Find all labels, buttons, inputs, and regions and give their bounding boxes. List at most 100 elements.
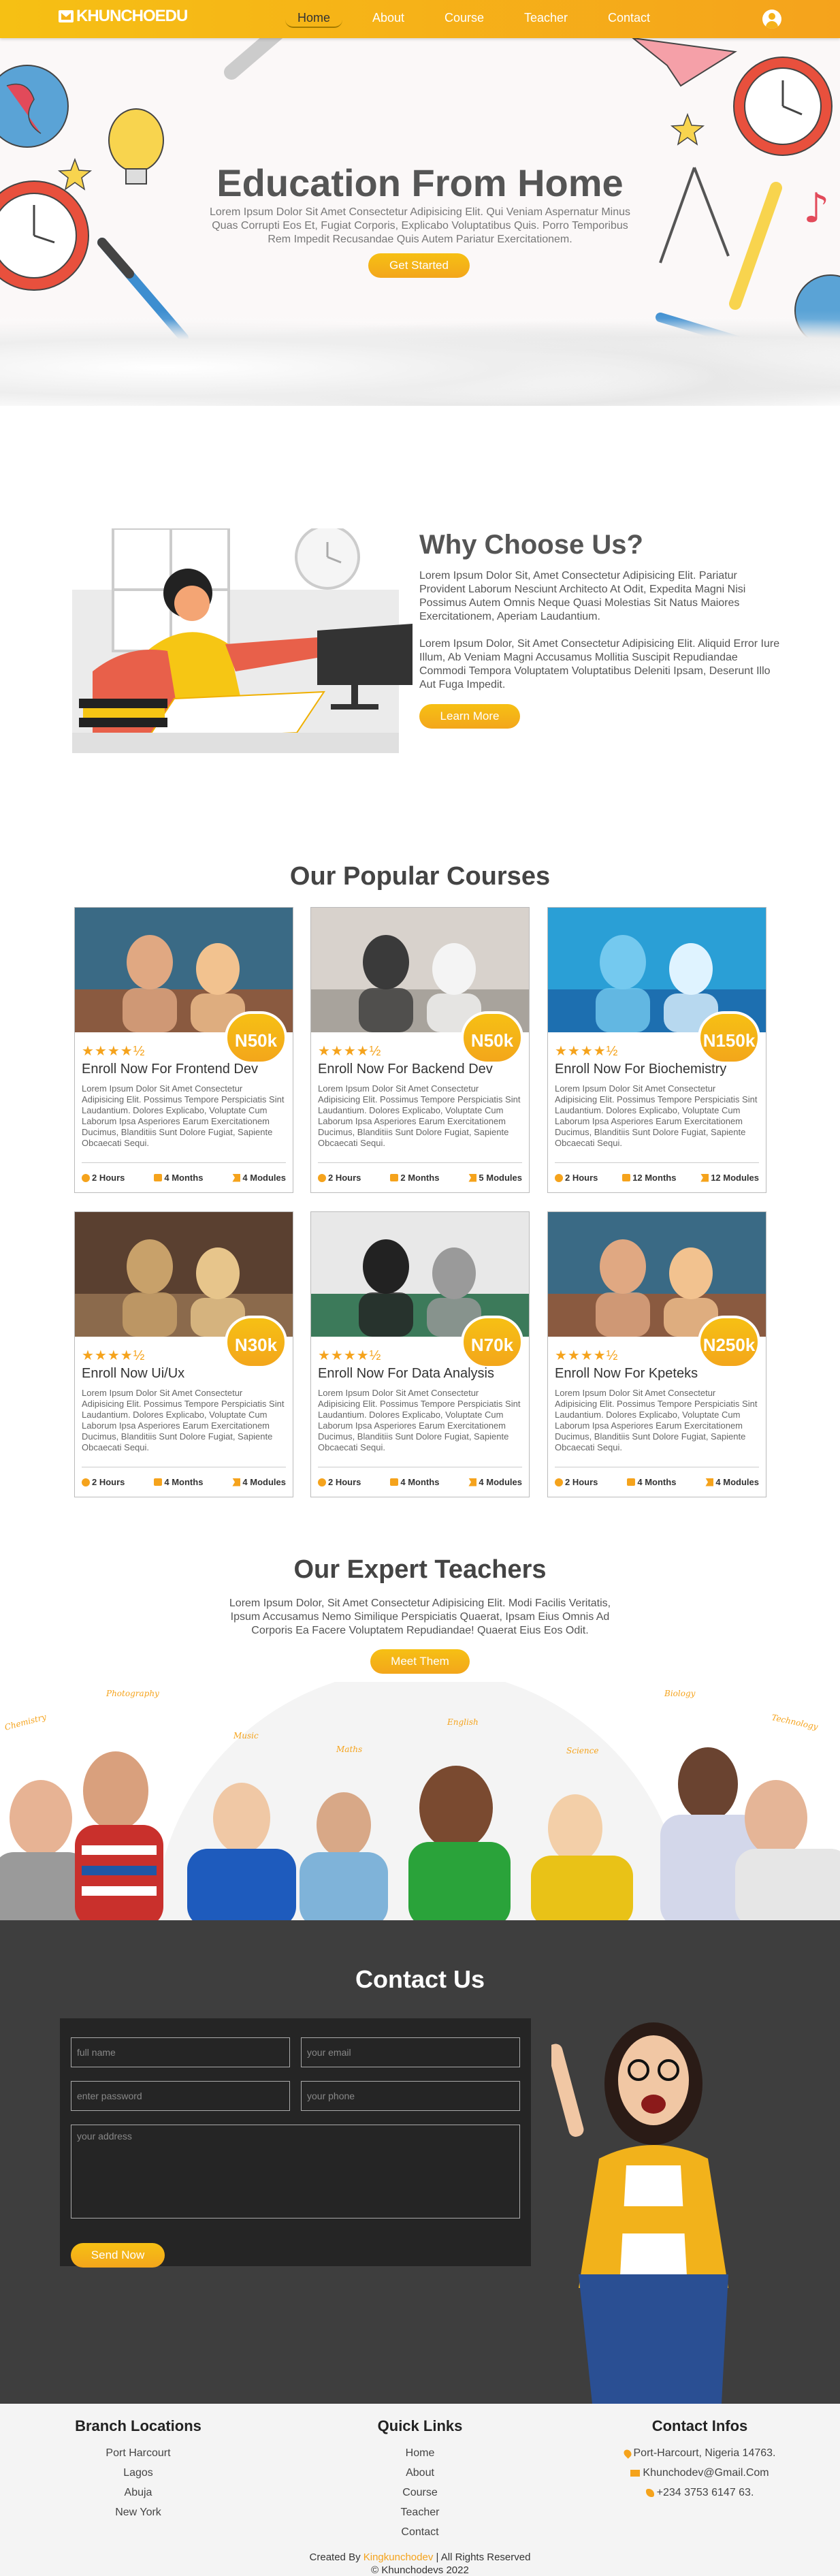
- password-input[interactable]: [71, 2081, 290, 2111]
- course-months-text: 4 Months: [164, 1173, 204, 1183]
- star-rating: ★★★★½: [555, 1348, 619, 1363]
- price-badge: N250k: [698, 1316, 760, 1369]
- course-meta: 2 Hours 4 Months 4 Modules: [82, 1162, 286, 1183]
- credit-brand-link[interactable]: Kingkunchodev: [364, 2551, 434, 2563]
- book-icon: [468, 1173, 477, 1182]
- book-icon: [700, 1173, 709, 1182]
- course-card[interactable]: N50k ★★★★½ Enroll Now For Backend Dev Lo…: [310, 907, 530, 1193]
- course-title[interactable]: Enroll Now Ui/Ux: [82, 1366, 184, 1382]
- subject-label-biology: Biology: [664, 1689, 696, 1698]
- calendar-icon: [154, 1174, 163, 1181]
- user-account-icon[interactable]: [762, 10, 781, 29]
- course-months: 4 Months: [154, 1173, 203, 1183]
- credit-prefix: Created By: [309, 2551, 361, 2563]
- footer-phone-text: +234 3753 6147 63.: [656, 2487, 754, 2498]
- star-rating: ★★★★½: [82, 1348, 146, 1363]
- footer-address: Port-Harcourt, Nigeria 14763.: [598, 2443, 802, 2463]
- contact-woman-illustration: [551, 2022, 728, 2404]
- footer-phone[interactable]: +234 3753 6147 63.: [598, 2483, 802, 2502]
- course-hours: 2 Hours: [555, 1173, 598, 1183]
- get-started-button[interactable]: Get Started: [368, 253, 470, 278]
- send-now-button[interactable]: Send Now: [71, 2243, 165, 2268]
- price-badge: N50k: [225, 1011, 287, 1064]
- course-months-text: 4 Months: [400, 1477, 440, 1487]
- course-description: Lorem Ipsum Dolor Sit Amet Consectetur A…: [82, 1388, 285, 1452]
- course-title[interactable]: Enroll Now For Data Analysis: [318, 1366, 494, 1382]
- course-months-text: 4 Months: [164, 1477, 204, 1487]
- branch-new-york: New York: [115, 2507, 161, 2518]
- course-meta: 2 Hours 2 Months 5 Modules: [318, 1162, 522, 1183]
- nav-link-contact[interactable]: Contact: [608, 11, 650, 25]
- book-icon: [232, 1478, 241, 1486]
- course-meta: 2 Hours 4 Months 4 Modules: [555, 1467, 759, 1487]
- course-card[interactable]: N250k ★★★★½ Enroll Now For Kpeteks Lorem…: [547, 1211, 766, 1497]
- footer-link-contact[interactable]: Contact: [318, 2522, 522, 2542]
- course-months-text: 2 Months: [400, 1173, 440, 1183]
- course-modules-text: 4 Modules: [715, 1477, 759, 1487]
- address-textarea[interactable]: [71, 2125, 520, 2219]
- why-choose-illustration: [72, 528, 413, 753]
- course-months: 4 Months: [627, 1477, 676, 1487]
- course-card[interactable]: N50k ★★★★½ Enroll Now For Frontend Dev L…: [74, 907, 293, 1193]
- full-name-input[interactable]: [71, 2037, 290, 2067]
- location-pin-icon: [621, 2447, 633, 2459]
- course-months: 12 Months: [622, 1173, 676, 1183]
- calendar-icon: [390, 1174, 399, 1181]
- clock-icon: [82, 1173, 90, 1182]
- contact-infos-title: Contact Infos: [651, 2417, 748, 2434]
- footer-link-home[interactable]: Home: [318, 2443, 522, 2463]
- nav-link-home[interactable]: Home: [285, 11, 343, 28]
- nav-link-course[interactable]: Course: [445, 11, 484, 25]
- nav-link-teacher[interactable]: Teacher: [524, 11, 568, 25]
- branch-abuja: Abuja: [124, 2487, 152, 2498]
- course-months: 2 Months: [390, 1173, 439, 1183]
- course-title[interactable]: Enroll Now For Frontend Dev: [82, 1062, 258, 1077]
- footer-link-teacher[interactable]: Teacher: [318, 2502, 522, 2522]
- nav-links: Home About Course Teacher Contact: [0, 0, 840, 38]
- course-hours-text: 2 Hours: [328, 1173, 361, 1183]
- footer-link-course[interactable]: Course: [318, 2483, 522, 2502]
- contact-section: Contact Us Send Now: [0, 1920, 840, 2404]
- top-navbar: KHUNCHOEDU Home About Course Teacher Con…: [0, 0, 840, 38]
- course-meta: 2 Hours 4 Months 4 Modules: [318, 1467, 522, 1487]
- course-card[interactable]: N70k ★★★★½ Enroll Now For Data Analysis …: [310, 1211, 530, 1497]
- course-months: 4 Months: [390, 1477, 439, 1487]
- email-input[interactable]: [301, 2037, 520, 2067]
- star-rating: ★★★★½: [318, 1044, 382, 1059]
- footer: Branch Locations Port Harcourt Lagos Abu…: [0, 2404, 840, 2576]
- footer-branches: Branch Locations Port Harcourt Lagos Abu…: [36, 2417, 240, 2522]
- hero-cloud-bottom: [0, 311, 840, 406]
- course-modules: 5 Modules: [468, 1173, 522, 1183]
- course-card[interactable]: N150k ★★★★½ Enroll Now For Biochemistry …: [547, 907, 766, 1193]
- book-icon: [705, 1478, 714, 1486]
- branch-lagos: Lagos: [123, 2467, 153, 2479]
- learn-more-button[interactable]: Learn More: [419, 704, 520, 729]
- meet-them-button[interactable]: Meet Them: [370, 1649, 470, 1674]
- course-hours: 2 Hours: [82, 1173, 125, 1183]
- calendar-icon: [627, 1478, 636, 1486]
- clock-icon: [318, 1478, 326, 1486]
- subject-label-music: Music: [233, 1731, 259, 1740]
- course-title[interactable]: Enroll Now For Kpeteks: [555, 1366, 698, 1382]
- course-title[interactable]: Enroll Now For Backend Dev: [318, 1062, 493, 1077]
- hero-text: Lorem Ipsum Dolor Sit Amet Consectetur A…: [209, 206, 631, 245]
- course-card[interactable]: N30k ★★★★½ Enroll Now Ui/Ux Lorem Ipsum …: [74, 1211, 293, 1497]
- course-hours-text: 2 Hours: [92, 1173, 125, 1183]
- phone-input[interactable]: [301, 2081, 520, 2111]
- nav-link-about[interactable]: About: [372, 11, 404, 25]
- why-paragraph-2: Lorem Ipsum Dolor, Sit Amet Consectetur …: [419, 638, 780, 690]
- star-rating: ★★★★½: [82, 1044, 146, 1059]
- course-hours: 2 Hours: [318, 1477, 361, 1487]
- course-hours-text: 2 Hours: [565, 1173, 598, 1183]
- course-meta: 2 Hours 4 Months 4 Modules: [82, 1467, 286, 1487]
- price-badge: N30k: [225, 1316, 287, 1369]
- course-title[interactable]: Enroll Now For Biochemistry: [555, 1062, 726, 1077]
- footer-email-text: Khunchodev@Gmail.Com: [643, 2467, 769, 2479]
- course-description: Lorem Ipsum Dolor Sit Amet Consectetur A…: [318, 1388, 521, 1452]
- footer-email[interactable]: Khunchodev@Gmail.Com: [598, 2463, 802, 2483]
- footer-link-about[interactable]: About: [318, 2463, 522, 2483]
- course-modules: 4 Modules: [232, 1173, 286, 1183]
- footer-quick-links: Quick Links Home About Course Teacher Co…: [318, 2417, 522, 2542]
- course-hours-text: 2 Hours: [328, 1477, 361, 1487]
- contact-form: Send Now: [60, 2018, 531, 2268]
